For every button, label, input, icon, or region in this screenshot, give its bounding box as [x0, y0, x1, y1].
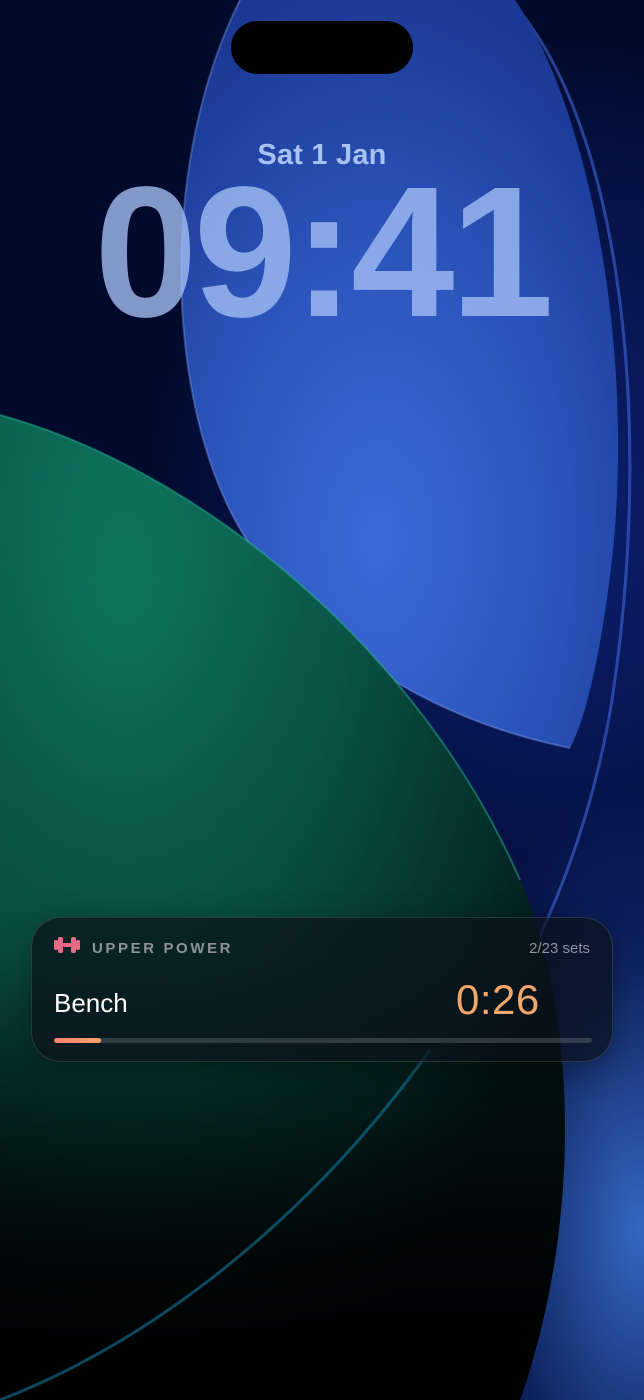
exercise-name: Bench [54, 988, 128, 1018]
dumbbell-icon [54, 937, 80, 953]
set-count: 2/23 sets [529, 940, 590, 957]
rest-timer: 0:26 [456, 976, 540, 1023]
workout-title: UPPER POWER [92, 940, 234, 957]
lock-screen-time: 09:41 [94, 149, 554, 356]
workout-live-activity[interactable]: UPPER POWER 2/23 sets Bench 0:26 [31, 917, 613, 1062]
dynamic-island [231, 21, 413, 74]
workout-progress-fill [54, 1038, 101, 1043]
lock-screen: Sat 1 Jan 09:41 UPPER POWER 2/23 sets Be… [0, 0, 644, 1400]
workout-progress-bar [54, 1038, 592, 1043]
